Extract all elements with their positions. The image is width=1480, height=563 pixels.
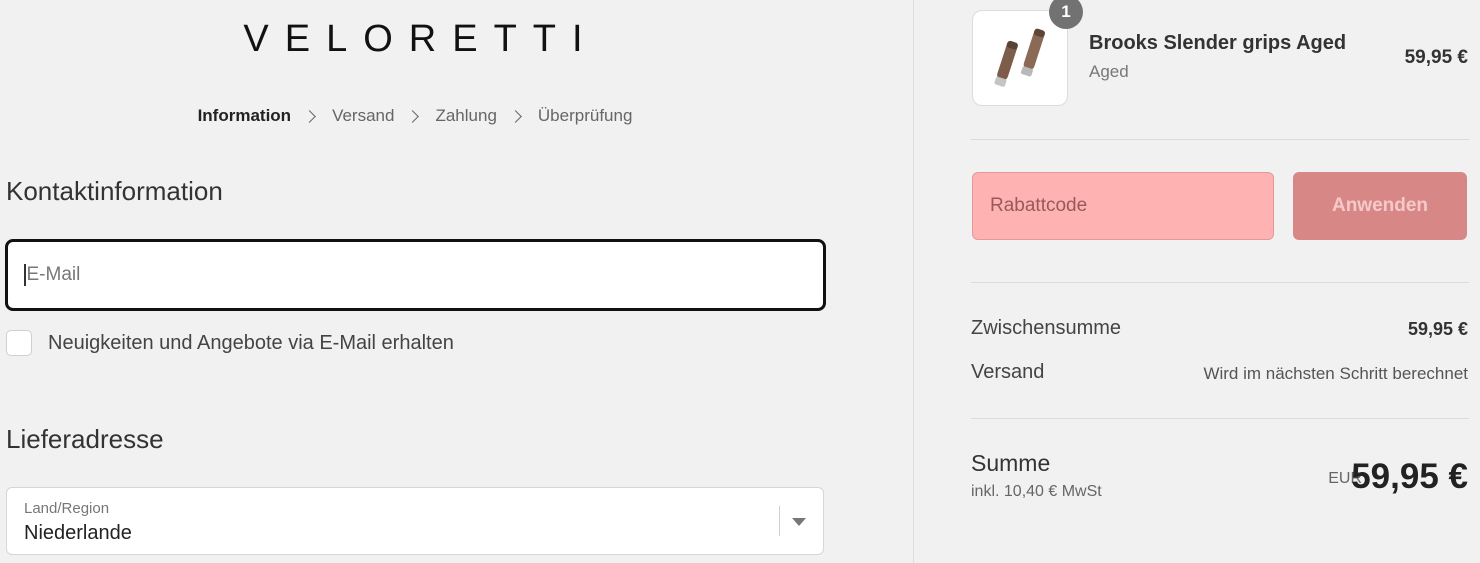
checkout-main: VELORETTI Information Versand Zahlung Üb…	[0, 0, 913, 563]
chevron-down-icon[interactable]	[792, 518, 806, 526]
summary-divider	[971, 139, 1469, 140]
discount-code-field[interactable]	[972, 172, 1274, 240]
subtotal-value: 59,95 €	[1407, 319, 1468, 339]
newsletter-checkbox[interactable]	[6, 330, 32, 356]
email-field[interactable]	[5, 239, 826, 311]
total-value: 59,95 €	[1351, 457, 1468, 496]
chevron-right-icon	[303, 109, 316, 123]
text-cursor	[24, 264, 26, 286]
product-variant: Aged	[1089, 62, 1129, 81]
breadcrumb: Information Versand Zahlung Überprüfung	[0, 106, 830, 126]
breadcrumb-step-ueberpruefung: Überprüfung	[537, 106, 633, 125]
country-select[interactable]: Land/Region Niederlande	[6, 487, 824, 555]
contact-heading: Kontaktinformation	[6, 176, 223, 206]
brand-logo[interactable]: VELORETTI	[0, 18, 826, 61]
country-select-value[interactable]: Niederlande	[24, 522, 132, 545]
subtotal-label: Zwischensumme	[971, 317, 1122, 339]
discount-code-input[interactable]	[990, 195, 1273, 217]
total-label: Summe	[971, 450, 1051, 476]
chevron-right-icon	[406, 109, 420, 123]
shipping-address-heading: Lieferadresse	[6, 424, 164, 454]
tax-note: inkl. 10,40 € MwSt	[971, 483, 1102, 500]
newsletter-label[interactable]: Neuigkeiten und Angebote via E-Mail erha…	[48, 332, 454, 355]
chevron-right-icon	[509, 109, 522, 123]
summary-divider	[971, 418, 1469, 419]
breadcrumb-step-information: Information	[197, 106, 292, 125]
product-price: 59,95 €	[1404, 47, 1468, 68]
country-select-label: Land/Region	[24, 500, 110, 517]
product-name: Brooks Slender grips Aged	[1089, 32, 1347, 54]
shipping-value: Wird im nächsten Schritt berechnet	[1203, 364, 1468, 383]
email-input[interactable]	[26, 264, 823, 286]
quantity-badge: 1	[1049, 0, 1083, 29]
apply-discount-button[interactable]: Anwenden	[1293, 172, 1467, 240]
summary-divider	[971, 282, 1469, 283]
shipping-label: Versand	[971, 361, 1045, 383]
breadcrumb-step-zahlung: Zahlung	[435, 106, 497, 125]
breadcrumb-step-versand: Versand	[332, 106, 395, 125]
newsletter-option[interactable]: Neuigkeiten und Angebote via E-Mail erha…	[6, 330, 454, 356]
select-divider	[779, 506, 780, 536]
order-summary: 1 Brooks Slender grips Aged Aged 59,95 €…	[914, 0, 1480, 563]
